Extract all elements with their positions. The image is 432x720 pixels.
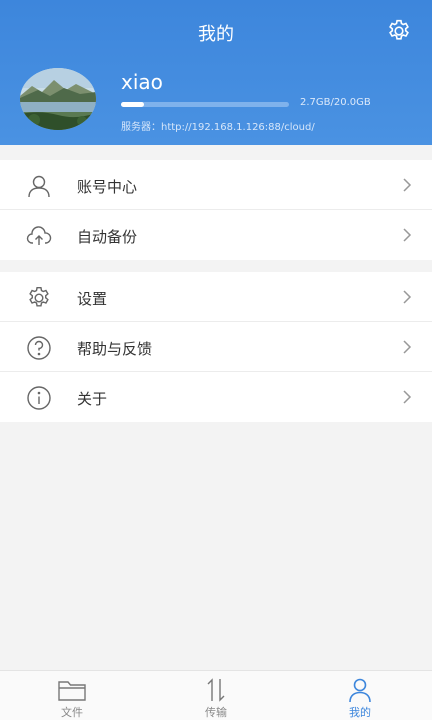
storage-progress-bar — [121, 102, 289, 107]
cloud-upload-icon — [26, 226, 52, 245]
tab-label: 文件 — [61, 706, 83, 719]
chevron-right-icon — [403, 290, 412, 304]
menu-item-settings[interactable]: 设置 — [0, 272, 432, 322]
menu-item-label: 帮助与反馈 — [77, 340, 153, 358]
menu-item-auto-backup[interactable]: 自动备份 — [0, 210, 432, 260]
menu-item-label: 设置 — [77, 290, 108, 308]
menu-item-label: 账号中心 — [77, 178, 138, 196]
tab-mine[interactable]: 我的 — [288, 671, 432, 720]
profile-header: 我的 xiao 2.7GB/20.0GB 服务器：http://192.168.… — [0, 0, 432, 145]
person-icon — [349, 678, 371, 703]
bottom-tab-bar: 文件 传输 我的 — [0, 670, 432, 720]
chevron-right-icon — [403, 228, 412, 242]
tab-transfer[interactable]: 传输 — [144, 671, 288, 720]
username: xiao — [121, 70, 163, 94]
tab-files[interactable]: 文件 — [0, 671, 144, 720]
chevron-right-icon — [403, 178, 412, 192]
question-icon — [27, 336, 51, 360]
menu-group-settings: 设置 帮助与反馈 关于 — [0, 272, 432, 422]
gear-icon[interactable] — [386, 18, 412, 44]
server-address: 服务器：http://192.168.1.126:88/cloud/ — [121, 122, 315, 133]
chevron-right-icon — [403, 390, 412, 404]
menu-item-help-feedback[interactable]: 帮助与反馈 — [0, 322, 432, 372]
tab-label: 传输 — [205, 706, 227, 719]
avatar-landscape-image — [20, 68, 96, 130]
transfer-icon — [207, 678, 225, 702]
menu-item-about[interactable]: 关于 — [0, 372, 432, 422]
menu-item-label: 关于 — [77, 390, 108, 408]
page-title: 我的 — [198, 24, 234, 45]
person-icon — [28, 175, 50, 198]
chevron-right-icon — [403, 340, 412, 354]
info-icon — [27, 386, 51, 410]
storage-progress-fill — [121, 102, 144, 107]
tab-label: 我的 — [349, 706, 371, 719]
folder-icon — [58, 681, 86, 701]
storage-usage-text: 2.7GB/20.0GB — [300, 97, 371, 108]
menu-group-account: 账号中心 自动备份 — [0, 160, 432, 260]
menu-item-label: 自动备份 — [77, 228, 138, 246]
avatar[interactable] — [20, 68, 96, 130]
gear-icon — [29, 287, 49, 307]
menu-item-account-center[interactable]: 账号中心 — [0, 160, 432, 210]
